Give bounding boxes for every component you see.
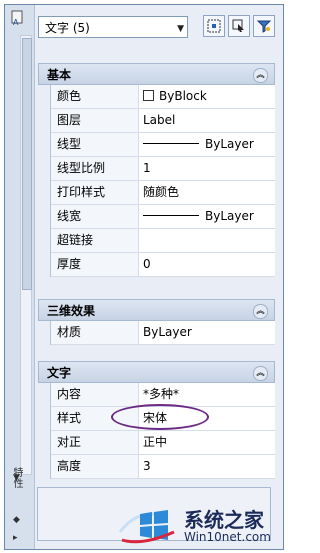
property-row-style[interactable]: 样式 宋体 (51, 404, 275, 431)
section-3d-header[interactable]: 三维效果 ︽ (38, 299, 275, 321)
side-scrollbar-thumb[interactable] (22, 38, 32, 290)
section-basic-header[interactable]: 基本 ︽ (38, 63, 275, 85)
property-label: 厚度 (51, 253, 139, 276)
object-type-value: 文字 (5) (45, 21, 90, 35)
property-value[interactable]: ByLayer (139, 321, 275, 344)
color-swatch-icon (143, 90, 154, 101)
property-label: 线型比例 (51, 157, 139, 180)
pickadd-icon (207, 19, 221, 33)
property-label: 颜色 (51, 85, 139, 108)
property-value[interactable] (139, 229, 275, 252)
chevron-down-icon: ▼ (177, 24, 184, 34)
section-title: 基本 (47, 68, 72, 82)
property-value[interactable]: Label (139, 109, 275, 132)
property-label: 高度 (51, 455, 139, 478)
auto-hide-icon[interactable]: ◆ (13, 515, 20, 525)
quick-select-button[interactable] (253, 15, 275, 37)
3d-property-rows: 材质 ByLayer (50, 321, 275, 345)
property-label: 线宽 (51, 205, 139, 228)
property-row-thickness[interactable]: 厚度 0 (51, 253, 275, 277)
property-value[interactable]: ByBlock (139, 85, 275, 108)
property-value-text: ByLayer (205, 137, 254, 151)
property-value-text: ByBlock (159, 89, 207, 103)
watermark-title: 系统之家 (184, 508, 264, 532)
palette-toolbar: 文字 (5) ▼ (38, 15, 275, 43)
property-row-justify[interactable]: 对正 正中 (51, 431, 275, 455)
object-type-select[interactable]: 文字 (5) ▼ (38, 16, 188, 38)
collapse-icon[interactable]: ︽ (253, 366, 268, 381)
property-row-color[interactable]: 颜色 ByBlock (51, 85, 275, 109)
property-value[interactable]: 1 (139, 157, 275, 180)
collapse-icon[interactable]: ︽ (253, 304, 268, 319)
section-text-header[interactable]: 文字 ︽ (38, 361, 275, 383)
property-row-plot-style[interactable]: 打印样式 随颜色 (51, 181, 275, 205)
property-value[interactable]: ByLayer (139, 205, 275, 228)
property-label: 材质 (51, 321, 139, 344)
properties-palette-icon[interactable]: A (9, 9, 27, 27)
property-value[interactable]: 宋体 (111, 404, 275, 430)
palette-side-strip: A ▼ 特性 ◆ ▸ (5, 5, 35, 549)
property-row-linetype-scale[interactable]: 线型比例 1 (51, 157, 275, 181)
watermark: 系统之家 Win10net.com (118, 500, 284, 550)
property-label: 线型 (51, 133, 139, 156)
property-value[interactable]: *多种* (139, 383, 275, 406)
highlight-ellipse (111, 404, 209, 430)
property-value[interactable]: 随颜色 (139, 181, 275, 204)
svg-text:A: A (13, 18, 19, 27)
property-label: 内容 (51, 383, 139, 406)
section-title: 文字 (47, 366, 72, 380)
property-value[interactable]: 0 (139, 253, 275, 276)
side-scrollbar[interactable] (20, 35, 32, 475)
property-label: 对正 (51, 431, 139, 454)
watermark-subtitle: Win10net.com (184, 530, 271, 544)
lineweight-preview (143, 215, 199, 216)
property-value-text: ByLayer (205, 209, 254, 223)
property-label: 打印样式 (51, 181, 139, 204)
palette-title: 特性 (11, 467, 22, 489)
property-row-hyperlink[interactable]: 超链接 (51, 229, 275, 253)
toggle-pickadd-button[interactable] (203, 15, 225, 37)
select-objects-icon (232, 19, 244, 32)
property-value[interactable]: 3 (139, 455, 275, 478)
property-label: 超链接 (51, 229, 139, 252)
properties-palette: A ▼ 特性 ◆ ▸ 文字 (5) ▼ 基本 ︽ 颜色 ByBlock 图层 L… (4, 4, 284, 550)
palette-menu-icon[interactable]: ▸ (13, 533, 18, 543)
property-row-height[interactable]: 高度 3 (51, 455, 275, 479)
property-row-material[interactable]: 材质 ByLayer (51, 321, 275, 345)
property-label: 图层 (51, 109, 139, 132)
section-basic: 基本 ︽ 颜色 ByBlock 图层 Label 线型 ByLayer 线型比例 (38, 63, 275, 277)
property-value[interactable]: 正中 (139, 431, 275, 454)
palette-content: 文字 (5) ▼ 基本 ︽ 颜色 ByBlock 图层 Label 线型 ByL… (38, 15, 275, 479)
property-row-layer[interactable]: 图层 Label (51, 109, 275, 133)
select-objects-button[interactable] (228, 15, 250, 37)
windows-logo-icon (118, 510, 175, 544)
property-row-lineweight[interactable]: 线宽 ByLayer (51, 205, 275, 229)
section-text: 文字 ︽ 内容 *多种* 样式 宋体 对正 正中 高度 3 (38, 361, 275, 479)
linetype-preview (143, 143, 199, 144)
section-title: 三维效果 (47, 304, 96, 318)
property-value[interactable]: ByLayer (139, 133, 275, 156)
property-row-linetype[interactable]: 线型 ByLayer (51, 133, 275, 157)
section-3d-effects: 三维效果 ︽ 材质 ByLayer (38, 299, 275, 345)
text-property-rows: 内容 *多种* 样式 宋体 对正 正中 高度 3 (50, 383, 275, 479)
filter-icon (257, 20, 271, 33)
collapse-icon[interactable]: ︽ (253, 68, 268, 83)
basic-property-rows: 颜色 ByBlock 图层 Label 线型 ByLayer 线型比例 1 打印… (50, 85, 275, 277)
